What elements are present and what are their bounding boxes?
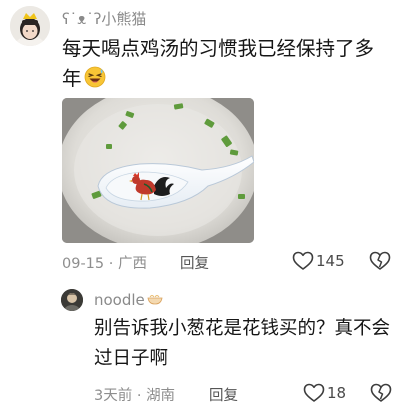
heart-icon[interactable]: [303, 383, 325, 406]
reply-meta: 3天前 · 湖南: [94, 384, 175, 405]
comment-meta: 09-15 · 广西: [62, 252, 147, 273]
comment-text-body: 每天喝点鸡汤的习惯我已经保持了多年: [62, 37, 375, 90]
reply-location: 湖南: [146, 388, 176, 404]
user-avatar[interactable]: [10, 6, 50, 46]
like-count: 145: [316, 252, 345, 270]
reply-button[interactable]: 回复: [180, 252, 209, 273]
heart-icon[interactable]: [292, 251, 314, 275]
reply-comment-text: 别告诉我小葱花是花钱买的？真不会过日子啊: [94, 318, 391, 369]
reply-user-avatar[interactable]: [61, 289, 83, 311]
like-count: 18: [327, 384, 347, 402]
broken-heart-icon[interactable]: [370, 383, 392, 406]
broken-heart-icon[interactable]: [369, 251, 391, 275]
comment-image-soup-bowl[interactable]: [62, 98, 254, 243]
reply-author-name[interactable]: noodle: [94, 291, 163, 309]
comment-location: 广西: [117, 256, 147, 272]
reply-author-label: noodle: [94, 291, 145, 309]
comment-text: 每天喝点鸡汤的习惯我已经保持了多年: [62, 34, 392, 94]
reply-button[interactable]: 回复: [209, 384, 238, 405]
noodle-bowl-icon: [147, 291, 163, 305]
comment-author-name[interactable]: ʕ˙ᴥ˙ʔ小熊猫: [62, 8, 146, 29]
laughing-with-sweat-emoji-icon: [84, 66, 106, 88]
meta-separator: ·: [108, 256, 114, 272]
reply-date: 3天前: [94, 388, 133, 404]
meta-separator: ·: [136, 388, 142, 404]
comment-date: 09-15: [62, 256, 105, 272]
